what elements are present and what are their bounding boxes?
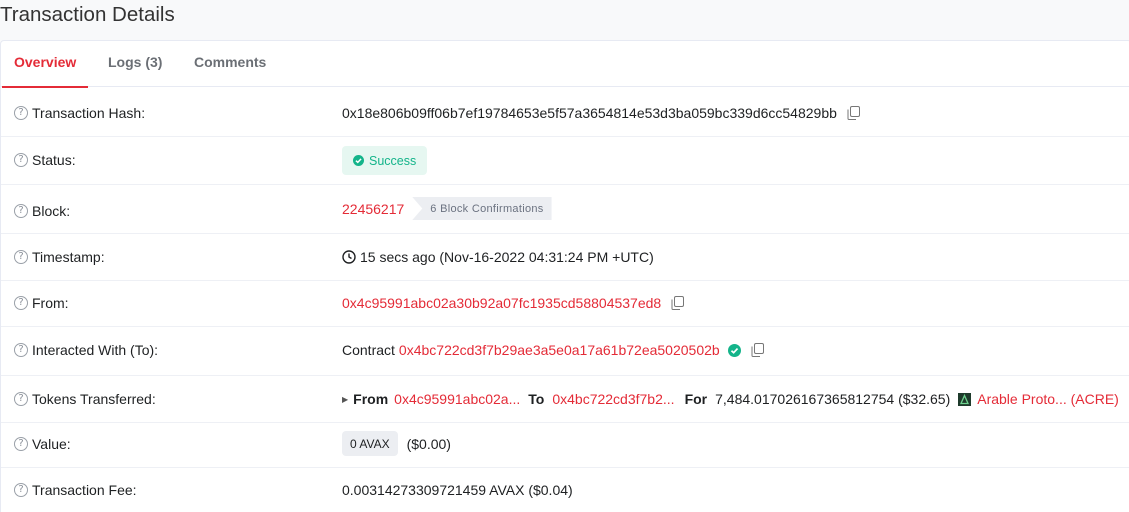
token-from-label: From (353, 391, 389, 407)
help-icon[interactable]: ? (14, 204, 28, 218)
acre-token-icon (958, 392, 972, 406)
value-badge: 0 AVAX (342, 431, 398, 456)
copy-icon[interactable] (751, 343, 764, 357)
row-transaction-hash: ? Transaction Hash: 0x18e806b09ff06b7ef1… (1, 87, 1129, 137)
tab-bar: Overview Logs (3) Comments (1, 41, 1129, 88)
caret-right-icon: ▶ (342, 394, 349, 404)
label-transaction-hash: Transaction Hash: (32, 105, 146, 121)
page-title: Transaction Details (0, 3, 175, 26)
label-tokens-transferred: Tokens Transferred: (32, 391, 156, 407)
token-for-label: For (684, 391, 708, 407)
help-icon[interactable]: ? (14, 250, 28, 264)
check-circle-icon (353, 155, 364, 166)
status-text: Success (369, 153, 417, 168)
row-tokens-transferred: ? Tokens Transferred: ▶ From 0x4c95991ab… (1, 376, 1129, 423)
help-icon[interactable]: ? (14, 392, 28, 406)
token-amount: 7,484.017026167365812754 ($32.65) (715, 391, 951, 407)
help-icon[interactable]: ? (14, 437, 28, 451)
clock-icon (342, 250, 356, 264)
row-transaction-fee: ? Transaction Fee: 0.00314273309721459 A… (1, 468, 1129, 512)
label-block: Block: (32, 203, 71, 219)
row-block: ? Block: 22456217 6 Block Confirmations (1, 185, 1129, 234)
transaction-hash-value: 0x18e806b09ff06b7ef19784653e5f57a3654814… (342, 105, 837, 121)
row-interacted-with: ? Interacted With (To): Contract 0x4bc72… (1, 327, 1129, 376)
transaction-card: Overview Logs (3) Comments ? Transaction… (0, 40, 1129, 512)
label-value: Value: (32, 436, 71, 452)
row-value: ? Value: 0 AVAX ($0.00) (1, 423, 1129, 468)
label-status: Status: (32, 152, 76, 168)
status-badge: Success (342, 146, 428, 175)
copy-icon[interactable] (847, 106, 860, 120)
help-icon[interactable]: ? (14, 343, 28, 357)
token-to-address-link[interactable]: 0x4bc722cd3f7b2... (552, 391, 674, 407)
row-from: ? From: 0x4c95991abc02a30b92a07fc1935cd5… (1, 281, 1129, 327)
label-from: From: (32, 295, 69, 311)
block-confirmations-badge: 6 Block Confirmations (412, 197, 552, 220)
token-to-label: To (528, 391, 545, 407)
help-icon[interactable]: ? (14, 483, 28, 497)
block-number-link[interactable]: 22456217 (342, 201, 404, 217)
contract-address-link[interactable]: 0x4bc722cd3f7b29ae3a5e0a17a61b72ea502050… (399, 342, 720, 358)
help-icon[interactable]: ? (14, 153, 28, 167)
label-interacted-with: Interacted With (To): (32, 342, 159, 358)
transaction-fee-value: 0.00314273309721459 AVAX ($0.04) (342, 482, 573, 498)
token-from-address-link[interactable]: 0x4c95991abc02a... (394, 391, 520, 407)
label-timestamp: Timestamp: (32, 249, 105, 265)
from-address-link[interactable]: 0x4c95991abc02a30b92a07fc1935cd58804537e… (342, 295, 661, 311)
timestamp-value: 15 secs ago (Nov-16-2022 04:31:24 PM +UT… (360, 249, 654, 265)
help-icon[interactable]: ? (14, 106, 28, 120)
row-timestamp: ? Timestamp: 15 secs ago (Nov-16-2022 04… (1, 234, 1129, 281)
label-transaction-fee: Transaction Fee: (32, 482, 137, 498)
row-status: ? Status: Success (1, 137, 1129, 185)
tab-logs[interactable]: Logs (3) (108, 41, 162, 87)
verified-check-icon (727, 343, 741, 357)
help-icon[interactable]: ? (14, 296, 28, 310)
tab-overview[interactable]: Overview (1, 41, 89, 88)
token-name-link[interactable]: Arable Proto... (ACRE) (977, 391, 1119, 407)
contract-prefix: Contract (342, 342, 395, 358)
tab-comments[interactable]: Comments (194, 41, 266, 87)
copy-icon[interactable] (671, 296, 685, 310)
value-usd: ($0.00) (406, 435, 451, 452)
